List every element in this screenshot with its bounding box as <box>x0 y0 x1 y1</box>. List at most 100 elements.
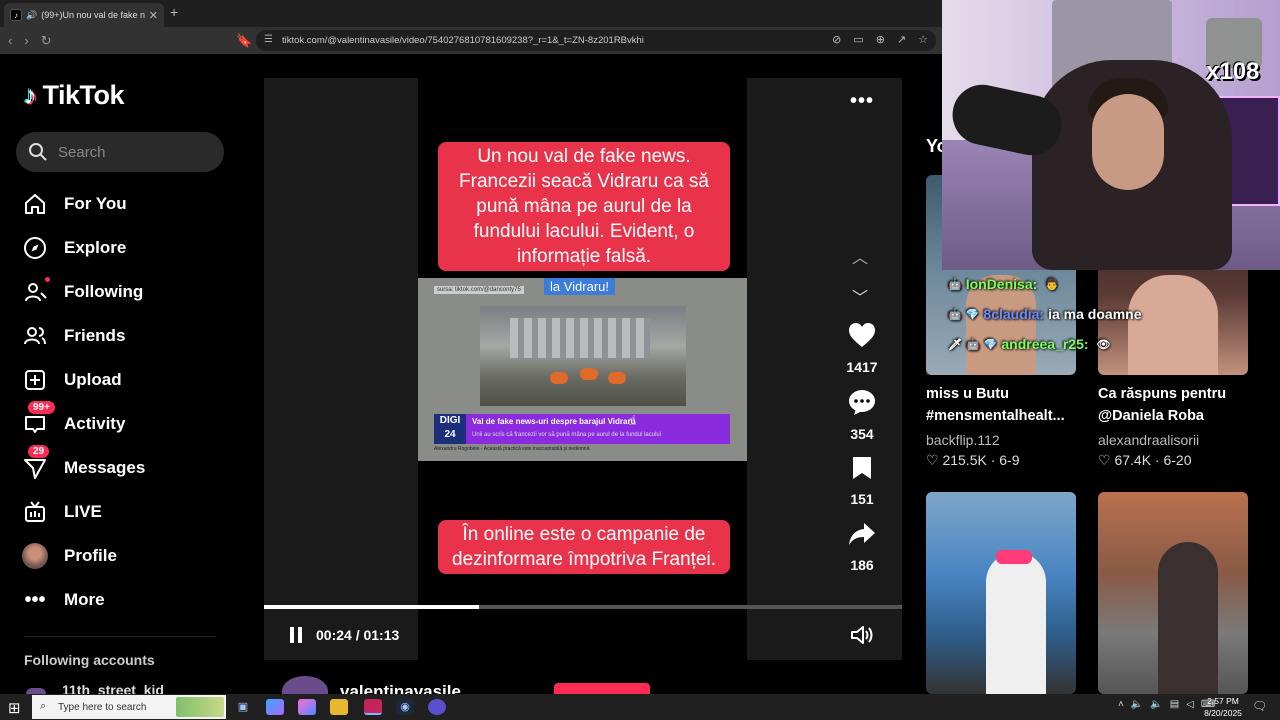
new-dot <box>45 277 50 282</box>
sidebar-item-label: Messages <box>64 458 146 477</box>
video-card-author[interactable]: alexandraalisorii <box>1098 432 1199 448</box>
star-icon[interactable]: ☆ <box>918 33 928 46</box>
tiktok-favicon-icon: ♪ <box>10 9 22 21</box>
save-button[interactable]: 151 <box>838 456 886 507</box>
tiktok-note-icon: ♪ <box>24 80 37 110</box>
pause-button[interactable] <box>288 626 304 649</box>
new-tab-button[interactable]: + <box>170 4 178 20</box>
forward-icon[interactable]: › <box>24 33 28 48</box>
video-thumbnail[interactable] <box>926 492 1076 694</box>
search-highlight-image <box>176 697 224 717</box>
mouse-cursor-icon: ☝ <box>628 412 637 428</box>
share-button[interactable]: 186 <box>838 522 886 573</box>
copilot-icon[interactable] <box>266 699 284 715</box>
chevron-up-icon[interactable]: ˄ <box>1118 699 1124 710</box>
bookmark-icon <box>851 456 873 487</box>
sidebar-item-label: For You <box>64 194 127 213</box>
comment-count: 354 <box>850 426 874 442</box>
notification-icon[interactable]: 🗨 <box>1252 699 1267 713</box>
chat-badge-icon: 💎 <box>983 338 998 351</box>
speaker-icon[interactable]: ◁ <box>1186 699 1194 710</box>
close-tab-icon[interactable]: ✕ <box>149 9 158 22</box>
chat-badge-icon: 🤖 <box>948 308 962 321</box>
tracking-icon[interactable]: ⊘ <box>832 33 841 46</box>
app-icon[interactable] <box>298 699 316 715</box>
share-icon[interactable]: ↗ <box>897 33 906 46</box>
worker <box>608 372 626 384</box>
sidebar-item-following[interactable]: Following <box>22 277 143 307</box>
sidebar-item-activity[interactable]: 99+ Activity <box>22 401 125 439</box>
news-chyron: DIGI 24 Val de fake news-uri despre bara… <box>434 414 730 444</box>
windows-start-icon[interactable]: ⊞ <box>8 699 21 717</box>
chat-user: 8claudia: <box>983 306 1045 322</box>
speaker-icon[interactable]: 🔊 <box>26 10 37 21</box>
chevron-up-icon[interactable]: ︿ <box>852 244 868 268</box>
file-explorer-icon[interactable] <box>330 699 348 715</box>
sidebar-item-for-you[interactable]: For You <box>22 189 127 219</box>
taskbar-search[interactable]: ⌕ Type here to search <box>32 695 226 719</box>
sidebar-item-upload[interactable]: Upload <box>22 365 122 395</box>
news-label: la Vidraru! <box>544 278 616 295</box>
task-view-icon[interactable]: ▣ <box>234 699 252 715</box>
url-field[interactable]: ☰ tiktok.com/@valentinavasile/video/7540… <box>256 30 936 51</box>
steam-icon[interactable]: ◉ <box>396 699 414 715</box>
progress-fill <box>264 605 479 609</box>
sidebar-item-label: Following <box>64 282 144 301</box>
heart-icon <box>848 322 876 355</box>
thumbnail-sunglasses <box>996 550 1032 564</box>
tab-title: (99+)Un nou val de fake news... <box>41 10 145 20</box>
app-icon[interactable] <box>428 699 446 715</box>
sidebar-item-profile[interactable]: Profile <box>22 541 117 571</box>
inbox-icon: 99+ <box>22 401 55 437</box>
tiktok-logo[interactable]: ♪ TikTok <box>24 80 125 111</box>
browser-taskbar-icon[interactable] <box>364 699 382 715</box>
video-card-stats: ♡ 67.4K · 6-20 <box>1098 452 1192 469</box>
site-info-icon[interactable]: ☰ <box>264 34 273 45</box>
sidebar-item-label: LIVE <box>64 502 102 521</box>
comment-button[interactable]: 354 <box>838 389 886 442</box>
video-card-title[interactable]: miss u Butu #mensmentalhealt... <box>926 383 1086 427</box>
volume-icon[interactable]: 🔈 <box>1150 699 1162 710</box>
video-thumbnail[interactable] <box>1098 492 1248 694</box>
sidebar-item-more[interactable]: ••• More <box>22 585 104 615</box>
video-card-title[interactable]: Ca răspuns pentru @Daniela Roba <box>1098 383 1258 427</box>
sidebar-item-label: Upload <box>64 370 122 389</box>
user-follow-icon <box>22 277 50 305</box>
network-icon[interactable]: ▤ <box>1170 699 1179 710</box>
screen-icon[interactable]: ▭ <box>853 33 863 46</box>
chevron-down-icon[interactable]: ﹀ <box>852 284 868 308</box>
thumbnail-person <box>1158 542 1218 694</box>
video-card-author[interactable]: backflip.112 <box>926 432 1000 448</box>
search-icon: ⌕ <box>40 700 47 712</box>
clock-time: 2:57 PM <box>1207 696 1239 706</box>
chat-badge-icon: 🤖 <box>965 338 980 351</box>
save-count: 151 <box>850 491 874 507</box>
volume-button[interactable] <box>850 625 874 650</box>
thumbnail-person <box>986 552 1046 694</box>
back-icon[interactable]: ‹ <box>8 33 12 48</box>
taskbar-clock[interactable]: 2:57 PM 8/20/2025 <box>1200 695 1246 719</box>
following-accounts-header: Following accounts <box>24 652 155 668</box>
sidebar-item-explore[interactable]: Explore <box>22 233 126 263</box>
sidebar-item-friends[interactable]: Friends <box>22 321 125 351</box>
stats-text: 67.4K · 6-20 <box>1114 452 1192 468</box>
caption-bottom: În online este o campanie de dezinformar… <box>438 520 730 574</box>
more-options-icon[interactable]: ••• <box>850 90 874 113</box>
chat-message: 🗡 🤖 💎 andreea_r25: 👁 <box>948 336 1111 352</box>
pause-icon <box>290 627 302 643</box>
like-button[interactable]: 1417 <box>838 322 886 375</box>
stats-text: 215.5K · 6-9 <box>942 452 1020 468</box>
webcam-face <box>1092 94 1164 190</box>
browser-tab[interactable]: ♪ 🔊 (99+)Un nou val de fake news... ✕ <box>4 3 164 27</box>
search-input[interactable]: Search <box>16 132 224 172</box>
volume-icon[interactable]: 🔈 <box>1131 699 1143 710</box>
worker <box>550 372 568 384</box>
zoom-icon[interactable]: ⊕ <box>876 33 885 46</box>
video-card-stats: ♡ 215.5K · 6-9 <box>926 452 1020 469</box>
plus-square-icon <box>22 367 48 393</box>
reload-icon[interactable]: ↻ <box>41 33 52 49</box>
sidebar-item-label: Explore <box>64 238 127 257</box>
sidebar-item-live[interactable]: LIVE <box>22 497 102 527</box>
sidebar-item-messages[interactable]: 29 Messages <box>22 445 146 483</box>
bookmark-icon[interactable]: 🔖 <box>236 33 252 49</box>
